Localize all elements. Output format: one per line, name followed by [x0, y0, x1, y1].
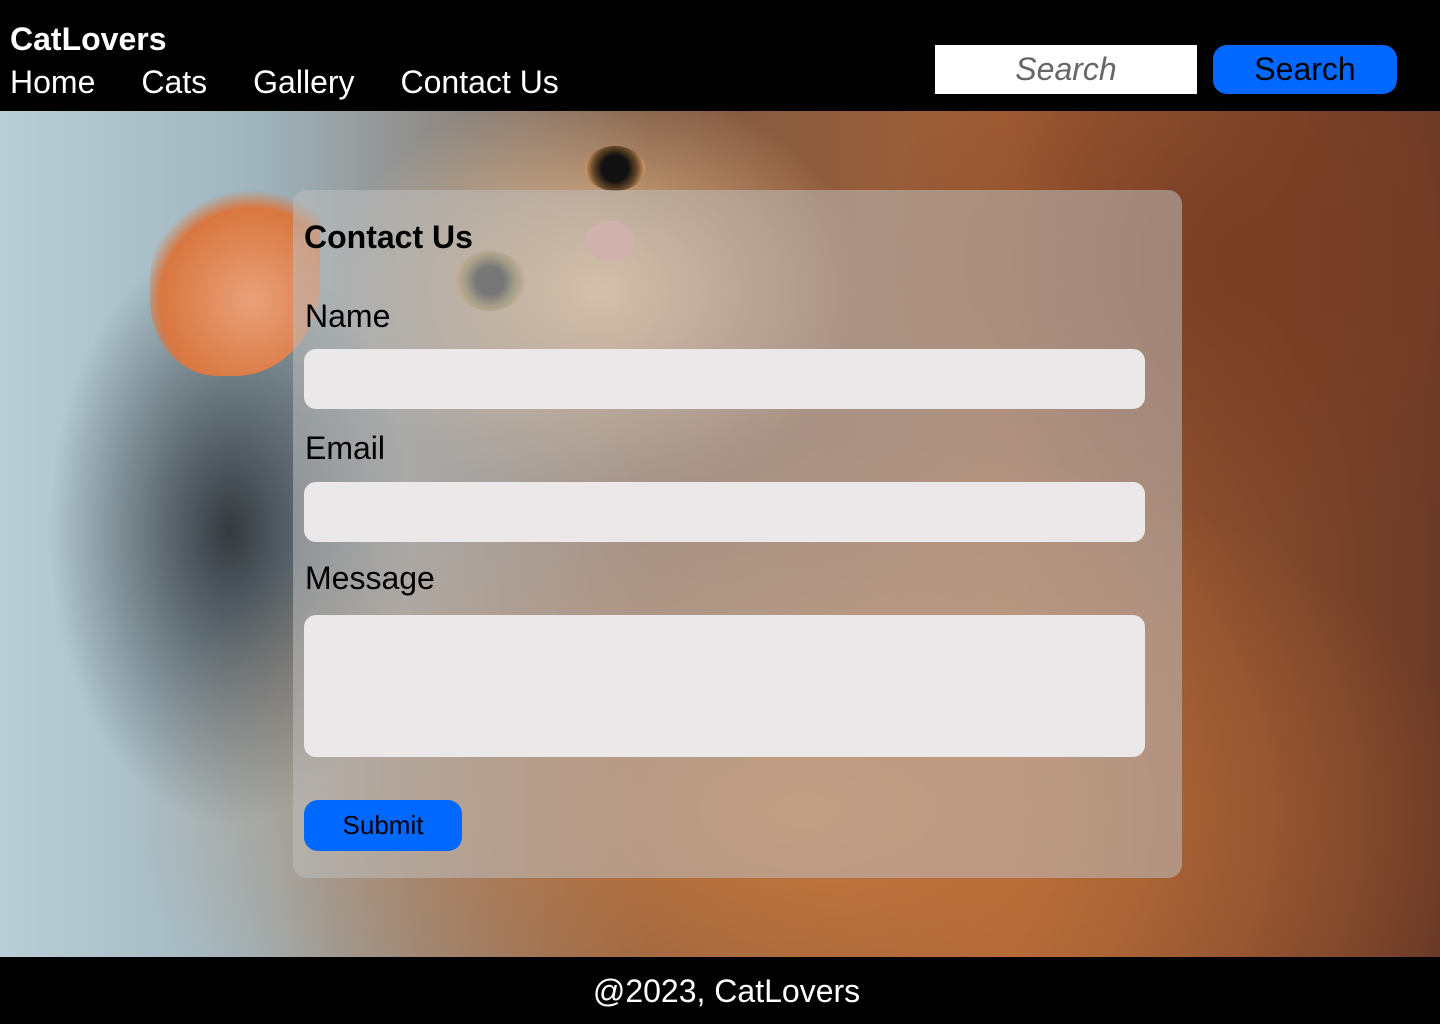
- nav-home[interactable]: Home: [10, 62, 95, 102]
- message-field[interactable]: [304, 615, 1145, 757]
- contact-form-card: Contact Us Name Email Message Submit: [293, 190, 1182, 878]
- submit-button[interactable]: Submit: [304, 800, 462, 851]
- name-field[interactable]: [304, 349, 1145, 409]
- nav-cats[interactable]: Cats: [141, 62, 207, 102]
- message-label: Message: [305, 560, 435, 596]
- footer-copyright: @2023, CatLovers: [592, 973, 861, 1009]
- search-input[interactable]: [935, 45, 1197, 94]
- site-footer: @2023, CatLovers: [0, 957, 1440, 1024]
- email-label: Email: [305, 430, 386, 466]
- search-button[interactable]: Search: [1213, 45, 1397, 94]
- contact-form-title: Contact Us: [304, 219, 473, 255]
- name-label: Name: [305, 298, 391, 334]
- site-header: CatLovers Home Cats Gallery Contact Us S…: [0, 0, 1440, 111]
- email-field[interactable]: [304, 482, 1145, 542]
- nav-contact-us[interactable]: Contact Us: [401, 62, 559, 102]
- main-nav: Home Cats Gallery Contact Us: [10, 62, 605, 102]
- hero-background-cat-photo: Contact Us Name Email Message Submit: [0, 111, 1440, 957]
- cat-eye: [585, 146, 645, 191]
- nav-gallery[interactable]: Gallery: [253, 62, 354, 102]
- brand-logo[interactable]: CatLovers: [10, 20, 167, 58]
